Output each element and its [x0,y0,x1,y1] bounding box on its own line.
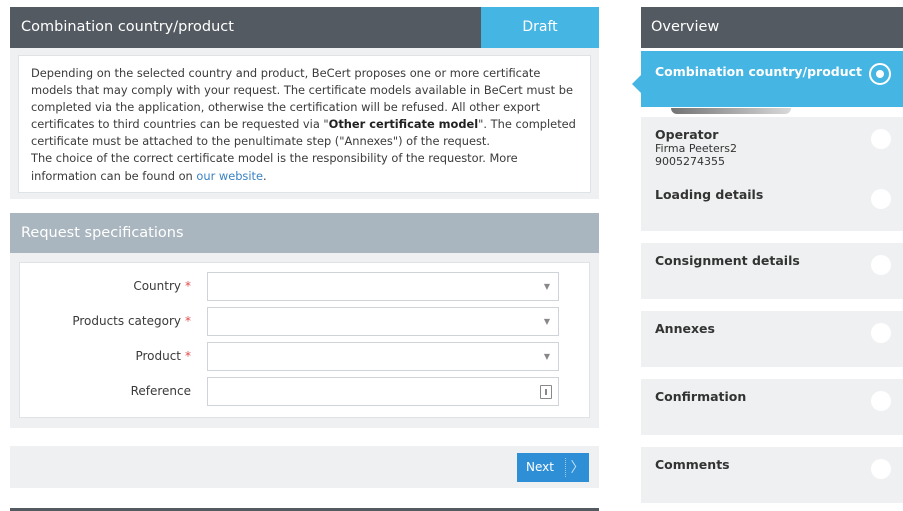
step-comments[interactable]: Comments [641,447,903,503]
step-name: Consignment details [655,253,800,268]
dropdown-caret-icon: ▼ [543,281,550,291]
info-paragraph-2: The choice of the correct certificate mo… [31,151,518,183]
info-paragraph-1: Depending on the selected country and pr… [31,66,576,149]
dropdown-caret-icon: ▼ [543,351,550,361]
step-status-circle-icon [871,189,891,209]
step-name: Operator [655,127,719,142]
step-combination-country-product[interactable]: Combination country/product [632,51,903,107]
required-marker: * [185,314,191,329]
step-annexes[interactable]: Annexes [641,311,903,367]
reference-input[interactable] [207,376,559,406]
request-form: Country * ▼ Products category * ▼ Product *… [19,261,590,418]
request-specifications-section: Country * ▼ Products category * ▼ Product *… [10,252,599,428]
form-footer: Next 〉 [10,445,599,488]
step-confirmation[interactable]: Confirmation [641,379,903,435]
country-row: Country * ▼ [20,269,589,304]
country-select[interactable]: ▼ [207,271,559,301]
operator-name: Firma Peeters2 [655,142,737,155]
required-marker: * [185,349,191,364]
overview-panel: Overview Combination country/product Ope… [632,7,903,511]
step-status-circle-icon [871,459,891,479]
step-name: Comments [655,457,730,472]
active-step-shadow [671,108,791,114]
page-header: Combination country/product Draft [10,7,599,48]
dropdown-caret-icon: ▼ [543,316,550,326]
next-button-label: Next [526,460,554,475]
step-name: Confirmation [655,389,747,404]
other-certificate-model-text: Other certificate model [328,117,479,132]
next-button[interactable]: Next 〉 [517,452,589,482]
step-consignment-details[interactable]: Consignment details [641,243,903,299]
product-select[interactable]: ▼ [207,341,559,371]
info-text: Depending on the selected country and pr… [18,55,591,193]
status-badge: Draft [481,7,599,48]
product-label: Product * [135,349,191,364]
our-website-link[interactable]: our website [196,169,263,183]
reference-row: Reference [20,374,589,409]
operator-number: 9005274355 [655,155,725,168]
step-name: Combination country/product [655,64,863,79]
info-section: Depending on the selected country and pr… [10,48,599,199]
step-status-circle-icon [871,129,891,149]
step-name: Annexes [655,321,715,336]
step-status-circle-icon [871,391,891,411]
step-loading-details[interactable]: Loading details [641,177,903,231]
required-marker: * [185,279,191,294]
step-name: Loading details [655,187,764,202]
country-label: Country * [133,279,191,294]
step-status-circle-icon [871,255,891,275]
products-category-label: Products category * [72,314,191,329]
main-panel: Combination country/product Draft Depend… [10,7,599,488]
page-title: Combination country/product [21,19,234,35]
products-category-select[interactable]: ▼ [207,306,559,336]
step-status-circle-icon [871,323,891,343]
chevron-right-icon: 〉 [570,460,585,477]
step-active-indicator-icon [869,63,891,85]
document-icon [540,384,552,399]
reference-label: Reference [130,384,191,399]
product-row: Product * ▼ [20,339,589,374]
overview-title: Overview [641,7,903,48]
request-specifications-header: Request specifications [10,212,599,253]
products-category-row: Products category * ▼ [20,304,589,339]
step-operator[interactable]: Operator Firma Peeters2 9005274355 [641,117,903,177]
